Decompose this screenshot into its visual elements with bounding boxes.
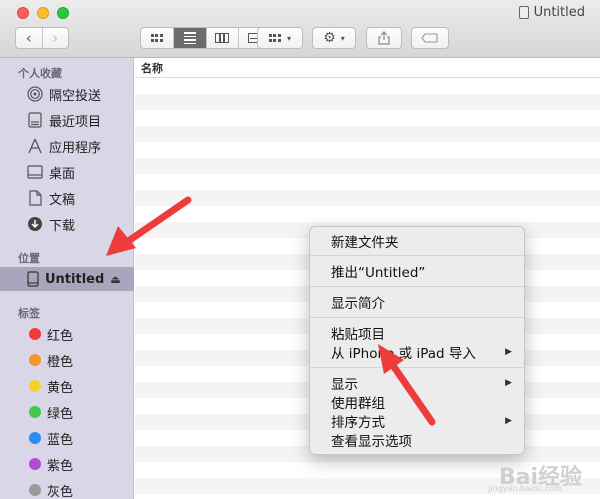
favorites-header: 个人收藏 [18, 67, 62, 80]
submenu-arrow-icon: ▶ [505, 378, 512, 388]
sidebar-item-label: 紫色 [47, 458, 74, 474]
tags-header: 标签 [18, 307, 40, 320]
desktop-icon [27, 164, 43, 180]
group-by-button[interactable]: ▾ [257, 27, 303, 49]
menu-item-sort-by[interactable]: 排序方式 ▶ [310, 412, 524, 431]
sidebar-item-downloads[interactable]: 下载 [0, 212, 134, 236]
menu-separator [310, 317, 524, 318]
menu-item-import-from-iphone[interactable]: 从 iPhone 或 iPad 导入 ▶ [310, 343, 524, 362]
documents-icon [27, 190, 43, 206]
drive-icon [27, 271, 39, 287]
window-toolbar: Untitled ‹ › ▾ ⚙ ▾ [0, 0, 600, 58]
sidebar-item-tag-orange[interactable]: 橙色 [0, 348, 134, 372]
menu-separator [310, 367, 524, 368]
chevron-left-icon: ‹ [25, 29, 32, 47]
recents-icon [27, 112, 43, 128]
sidebar-item-label: 桌面 [49, 166, 76, 182]
submenu-arrow-icon: ▶ [505, 416, 512, 426]
menu-item-new-folder[interactable]: 新建文件夹 [310, 232, 524, 251]
sidebar-item-tag-purple[interactable]: 紫色 [0, 452, 134, 476]
menu-separator [310, 255, 524, 256]
sidebar-item-label: 蓝色 [47, 432, 74, 448]
context-menu: 新建文件夹 推出“Untitled” 显示简介 粘贴项目 从 iPhone 或 … [309, 226, 525, 455]
sidebar-item-desktop[interactable]: 桌面 [0, 160, 134, 184]
tag-color-dot [29, 380, 41, 392]
icon-view-button[interactable] [141, 28, 173, 48]
forward-button[interactable]: › [41, 28, 69, 48]
tag-color-dot [29, 458, 41, 470]
locations-header: 位置 [18, 252, 40, 265]
zoom-window-button[interactable] [57, 7, 69, 19]
grid-icon [268, 34, 281, 42]
tag-color-dot [29, 484, 41, 496]
tag-color-dot [29, 432, 41, 444]
share-button[interactable] [366, 27, 402, 49]
sidebar-item-tag-gray[interactable]: 灰色 [0, 478, 134, 499]
menu-item-use-groups[interactable]: 使用群组 [310, 393, 524, 412]
sidebar-item-documents[interactable]: 文稿 [0, 186, 134, 210]
tag-color-dot [29, 406, 41, 418]
sidebar-item-tag-yellow[interactable]: 黄色 [0, 374, 134, 398]
column-header-label: 名称 [141, 61, 163, 75]
minimize-window-button[interactable] [37, 7, 49, 19]
chevron-down-icon: ▾ [286, 33, 291, 43]
applications-icon [27, 138, 43, 154]
share-icon [378, 31, 390, 45]
tag-color-dot [29, 328, 41, 340]
sidebar-item-recents[interactable]: 最近项目 [0, 108, 134, 132]
sidebar-item-label: 红色 [47, 328, 74, 344]
baidu-watermark: Bai经验 jingyan.baidu.com [488, 459, 582, 493]
menu-item-get-info[interactable]: 显示简介 [310, 293, 524, 312]
view-mode-segmented-control [140, 27, 272, 49]
grid-icon [150, 34, 163, 42]
sidebar-item-label: 下载 [49, 218, 76, 234]
action-menu-button[interactable]: ⚙ ▾ [312, 27, 356, 49]
chevron-down-icon: ▾ [340, 33, 345, 43]
sidebar-item-tag-green[interactable]: 绿色 [0, 400, 134, 424]
gear-icon: ⚙ [323, 30, 336, 46]
chevron-right-icon: › [52, 29, 59, 47]
sidebar-item-label: 应用程序 [49, 140, 102, 156]
sidebar-item-label: 绿色 [47, 406, 74, 422]
menu-item-view-options[interactable]: 查看显示选项 [310, 431, 524, 450]
tag-color-dot [29, 354, 41, 366]
list-view-button[interactable] [172, 28, 206, 48]
sidebar: 个人收藏 隔空投送 最近项目 应用程序 桌面 文稿 下载 位置 Untitled… [0, 58, 134, 499]
edit-tags-button[interactable] [411, 27, 449, 49]
sidebar-item-tag-red[interactable]: 红色 [0, 322, 134, 346]
tag-icon [421, 33, 438, 43]
sidebar-item-label: 灰色 [47, 484, 74, 499]
columns-icon [215, 33, 230, 43]
name-column-header[interactable]: 名称 [135, 58, 600, 78]
menu-item-paste[interactable]: 粘贴项目 [310, 324, 524, 343]
sidebar-item-applications[interactable]: 应用程序 [0, 134, 134, 158]
sidebar-item-label: 最近项目 [49, 114, 102, 130]
watermark-subtext: jingyan.baidu.com [488, 484, 562, 493]
menu-separator [310, 286, 524, 287]
eject-icon[interactable]: ⏏ [110, 273, 120, 286]
sidebar-item-tag-blue[interactable]: 蓝色 [0, 426, 134, 450]
column-view-button[interactable] [205, 28, 239, 48]
navigation-buttons: ‹ › [15, 27, 69, 49]
sidebar-item-label: Untitled [45, 271, 105, 287]
menu-item-show[interactable]: 显示 ▶ [310, 374, 524, 393]
sidebar-item-label: 隔空投送 [49, 88, 102, 104]
submenu-arrow-icon: ▶ [505, 347, 512, 357]
list-icon [183, 32, 196, 44]
sidebar-item-label: 文稿 [49, 192, 76, 208]
menu-item-eject[interactable]: 推出“Untitled” [310, 262, 524, 281]
sidebar-item-airdrop[interactable]: 隔空投送 [0, 82, 134, 106]
sidebar-item-label: 黄色 [47, 380, 74, 396]
sidebar-item-label: 橙色 [47, 354, 74, 370]
downloads-icon [27, 216, 43, 232]
drive-icon [518, 6, 529, 19]
back-button[interactable]: ‹ [16, 28, 42, 48]
sidebar-item-untitled-drive[interactable]: Untitled ⏏ [0, 267, 134, 291]
close-window-button[interactable] [17, 7, 29, 19]
airdrop-icon [27, 86, 43, 102]
window-title: Untitled [518, 5, 585, 20]
